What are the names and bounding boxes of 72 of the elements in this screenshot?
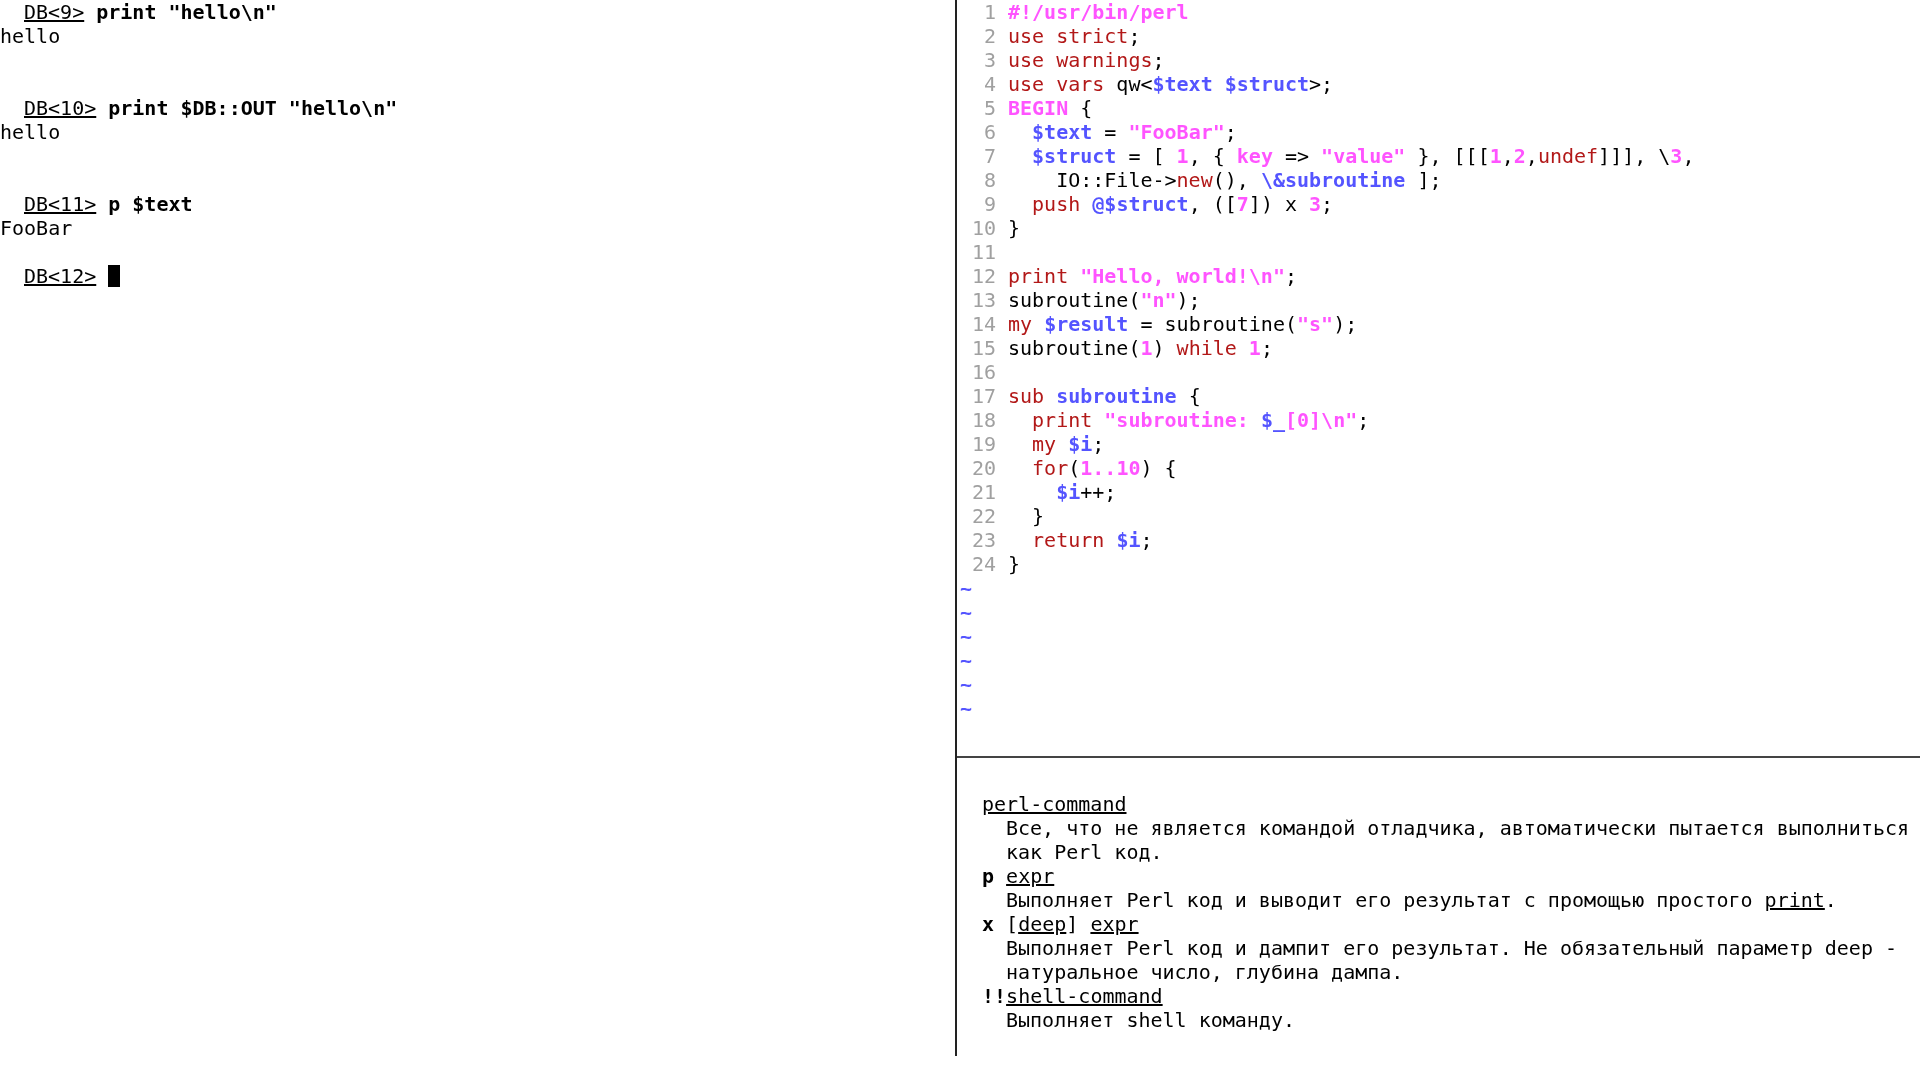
code-line: #!/usr/bin/perl (1008, 0, 1189, 24)
command-text: print $DB::OUT "hello\n" (108, 96, 398, 120)
debugger-prompt: DB<9> (24, 0, 85, 24)
help-term: !!shell-command (982, 984, 1163, 1008)
line-number: 1 (982, 0, 996, 24)
empty-line-marker: ~ (960, 624, 973, 648)
empty-line-marker: ~ (960, 576, 973, 600)
line-number: 9 (982, 192, 996, 216)
code-line: } (1008, 552, 1021, 576)
code-line: use vars qw<$text $struct>; (1008, 72, 1334, 96)
line-number: 11 (970, 240, 996, 264)
code-line: } (1031, 504, 1045, 528)
code-line: my $i; (1031, 432, 1105, 456)
line-number: 23 (970, 528, 996, 552)
help-description: Все, что не является командой отладчика, автоматически пытается выполниться (1006, 816, 1910, 840)
help-term: perl-command (982, 792, 1127, 816)
line-number: 3 (982, 48, 996, 72)
help-description: натуральное число, глубина дампа. (1006, 960, 1404, 984)
line-number: 15 (970, 336, 996, 360)
code-line: $text = "FooBar"; (1031, 120, 1237, 144)
code-line: subroutine(1) while 1; (1008, 336, 1273, 360)
code-line: my $result = subroutine("s"); (1008, 312, 1358, 336)
debugger-prompt: DB<10> (24, 96, 97, 120)
help-description: Выполняет Perl код и дампит его результат. Не обязательный параметр deep - (1006, 936, 1898, 960)
line-number: 19 (970, 432, 996, 456)
output-text: hello (0, 24, 61, 48)
code-line: return $i; (1031, 528, 1153, 552)
empty-line-marker: ~ (960, 648, 973, 672)
help-term: p expr (982, 864, 1055, 888)
debugger-prompt: DB<11> (24, 192, 97, 216)
line-number: 16 (970, 360, 996, 384)
code-line: print "Hello, world!\n"; (1008, 264, 1297, 288)
help-term: x [deep] expr (982, 912, 1139, 936)
code-line: for(1..10) { (1031, 456, 1177, 480)
code-line: $struct = [ 1, { key => "value" }, [[[1,2,undef]]], \3, (1031, 144, 1695, 168)
code-line: IO::File->new(), \&subroutine ]; (1055, 168, 1442, 192)
help-description: как Perl код. (1006, 840, 1163, 864)
output-text: FooBar (0, 216, 73, 240)
line-number: 14 (970, 312, 996, 336)
debugger-prompt: DB<12> (24, 264, 97, 288)
line-number: 22 (970, 504, 996, 528)
code-line: $i++; (1055, 480, 1117, 504)
code-line: push @$struct, ([7]) x 3; (1031, 192, 1334, 216)
line-number: 20 (970, 456, 996, 480)
line-number: 2 (982, 24, 996, 48)
empty-line-marker: ~ (960, 600, 973, 624)
code-line: use warnings; (1008, 48, 1165, 72)
line-number: 17 (970, 384, 996, 408)
line-number: 7 (982, 144, 996, 168)
output-text: hello (0, 120, 61, 144)
line-number: 21 (970, 480, 996, 504)
line-number: 5 (982, 96, 996, 120)
line-number: 24 (970, 552, 996, 576)
line-number: 10 (970, 216, 996, 240)
line-number: 6 (982, 120, 996, 144)
line-number: 18 (970, 408, 996, 432)
line-number: 4 (982, 72, 996, 96)
empty-line-marker: ~ (960, 672, 973, 696)
code-line: BEGIN { (1008, 96, 1093, 120)
line-number: 8 (982, 168, 996, 192)
code-line: } (1008, 216, 1021, 240)
code-line: sub subroutine { (1008, 384, 1201, 408)
code-line: print "subroutine: $_[0]\n"; (1031, 408, 1370, 432)
line-number: 13 (970, 288, 996, 312)
help-description: Выполняет Perl код и выводит его результат с промощью простого print. (1006, 888, 1837, 912)
command-text: p $text (108, 192, 193, 216)
empty-line-marker: ~ (960, 696, 973, 720)
code-line: subroutine("n"); (1008, 288, 1201, 312)
code-line: use strict; (1008, 24, 1141, 48)
command-text: print "hello\n" (96, 0, 277, 24)
line-number: 12 (970, 264, 996, 288)
help-description: Выполняет shell команду. (1006, 1008, 1295, 1032)
